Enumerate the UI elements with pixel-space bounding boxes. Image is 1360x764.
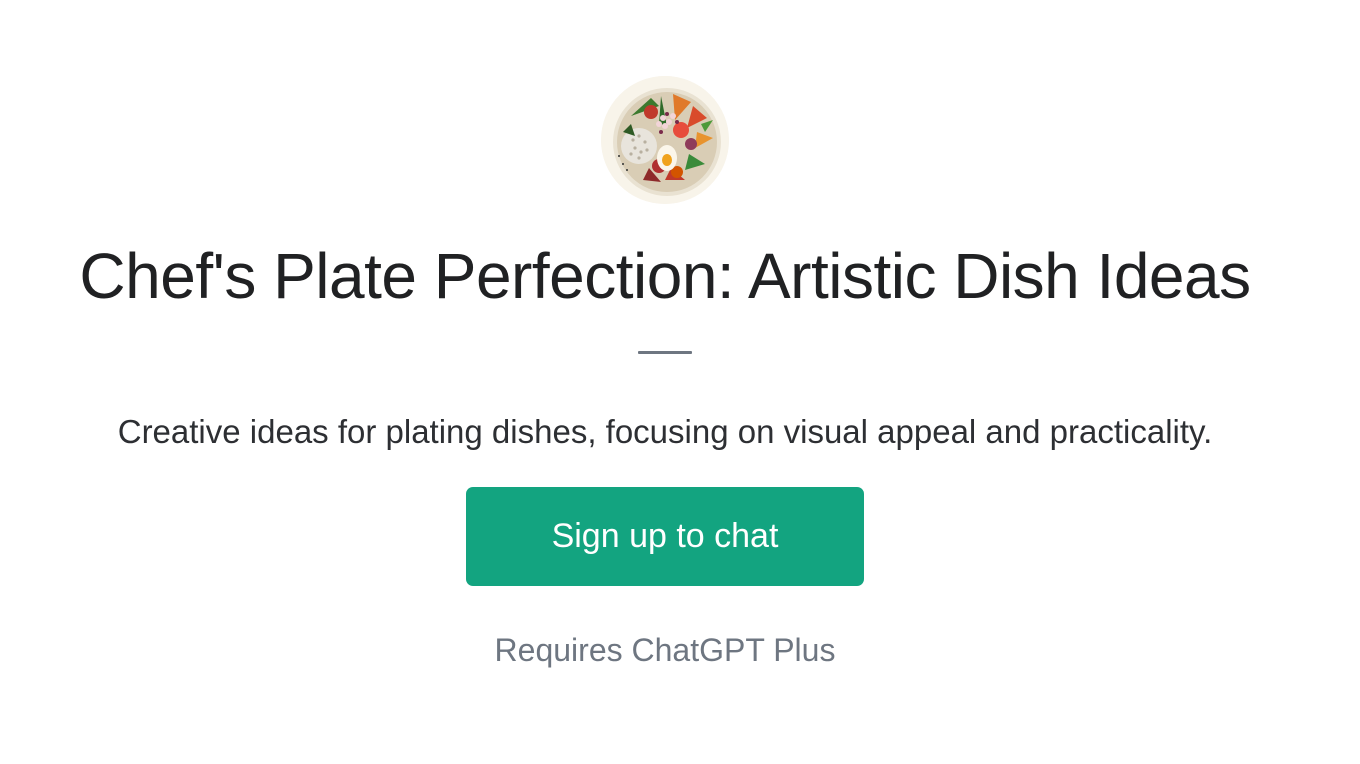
gpt-landing-page: Chef's Plate Perfection: Artistic Dish I… [0, 0, 1360, 764]
gpt-title: Chef's Plate Perfection: Artistic Dish I… [79, 240, 1251, 312]
sign-up-button[interactable]: Sign up to chat [466, 487, 864, 586]
gpt-description: Creative ideas for plating dishes, focus… [117, 413, 1213, 450]
food-bowl-icon [601, 76, 729, 204]
gpt-avatar [601, 76, 729, 204]
title-divider [638, 351, 692, 354]
plus-requirement-note: Requires ChatGPT Plus [494, 632, 836, 668]
